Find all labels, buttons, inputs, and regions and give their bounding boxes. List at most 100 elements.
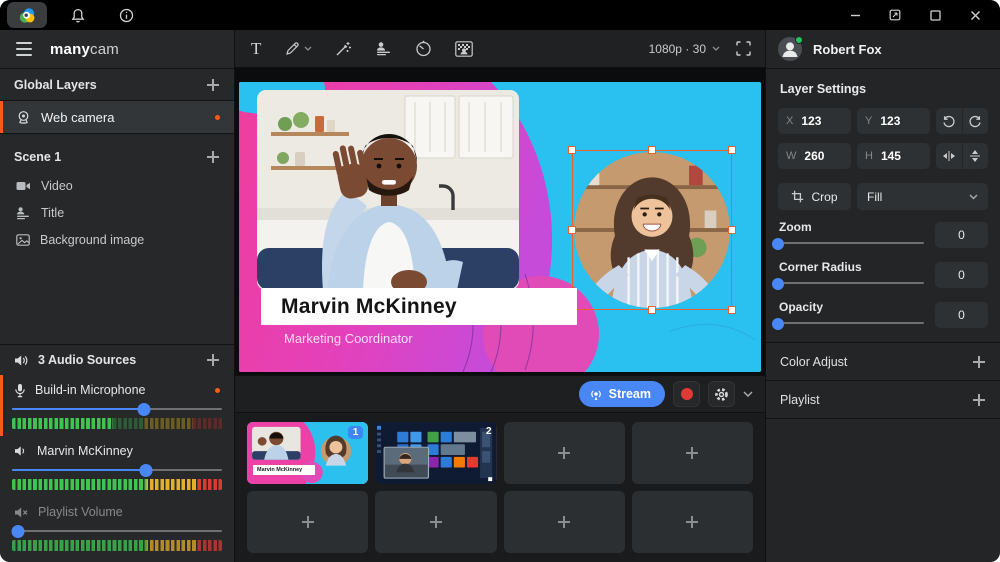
lower-third-icon (16, 206, 31, 220)
close-button[interactable] (962, 4, 988, 26)
add-scene-icon (685, 515, 699, 529)
layer-settings-title: Layer Settings (780, 82, 986, 96)
zoom-slider[interactable] (778, 236, 924, 250)
resize-handle[interactable] (648, 306, 656, 314)
live-preview[interactable]: Marvin McKinney Marketing Coordinator (239, 82, 761, 372)
corner-radius-value[interactable]: 0 (935, 262, 988, 288)
rotate-ccw-button[interactable] (936, 108, 962, 134)
hamburger-menu-icon[interactable] (16, 42, 32, 56)
active-source-dot (215, 115, 220, 120)
add-scene-icon (557, 446, 571, 460)
webcam-icon (16, 110, 31, 125)
scene-number-badge: 2 (486, 426, 492, 437)
add-scene-slot[interactable] (375, 491, 496, 553)
resize-handle[interactable] (568, 226, 576, 234)
chevron-down-icon[interactable] (743, 391, 753, 397)
scene-thumbnails-grid: Marvin McKinney 1 (235, 413, 765, 562)
chevron-down-icon (304, 46, 312, 51)
crop-icon (791, 190, 804, 203)
popout-button[interactable] (882, 4, 908, 26)
expand-playlist-icon[interactable] (972, 393, 986, 407)
audio-level-meter (12, 479, 222, 490)
flip-vertical-button[interactable] (962, 143, 989, 169)
x-position-field[interactable]: X123 (778, 108, 851, 134)
resize-handle[interactable] (568, 146, 576, 154)
volume-slider[interactable] (12, 402, 222, 416)
layer-selection-box[interactable] (572, 150, 732, 310)
resize-handle[interactable] (728, 226, 736, 234)
chevron-down-icon (969, 194, 978, 200)
layer-background-image[interactable]: Background image (0, 226, 234, 253)
online-status-dot (795, 36, 803, 44)
add-scene-slot[interactable] (632, 491, 753, 553)
fullscreen-button[interactable] (736, 41, 751, 56)
rotate-cw-button[interactable] (962, 108, 989, 134)
webcam-video-man[interactable] (257, 90, 519, 290)
add-scene-slot[interactable] (632, 422, 753, 484)
video-camera-icon (16, 180, 31, 192)
titlebar (0, 0, 1000, 30)
crop-button[interactable]: Crop (778, 183, 851, 210)
record-icon (681, 388, 693, 400)
height-field[interactable]: H145 (857, 143, 930, 169)
maximize-button[interactable] (922, 4, 948, 26)
record-button[interactable] (673, 381, 700, 407)
settings-panel: Robert Fox Layer Settings X123 Y123 (765, 30, 1000, 562)
volume-slider[interactable] (12, 463, 222, 477)
speaker-icon (14, 445, 28, 457)
y-position-field[interactable]: Y123 (857, 108, 930, 134)
app-menu-button[interactable] (7, 2, 47, 28)
man-waving-video (257, 90, 519, 290)
add-scene-slot[interactable] (504, 491, 625, 553)
draw-tool-button[interactable] (284, 41, 312, 57)
resize-handle[interactable] (728, 146, 736, 154)
stream-button[interactable]: Stream (579, 381, 665, 407)
resize-handle[interactable] (648, 146, 656, 154)
playlist-section[interactable]: Playlist (766, 381, 1000, 418)
audio-level-meter (12, 418, 222, 429)
layer-title[interactable]: Title (0, 199, 234, 226)
audio-source-playlist: Playlist Volume (0, 497, 234, 558)
canvas-area: Marvin McKinney Marketing Coordinator (235, 68, 765, 375)
fill-mode-dropdown[interactable]: Fill (857, 183, 988, 210)
info-icon[interactable] (109, 2, 143, 28)
layers-sidebar: manycam Global Layers Web camera (0, 30, 235, 562)
stream-settings-button[interactable] (708, 381, 735, 407)
text-tool-button[interactable]: T (251, 40, 261, 57)
effects-wand-button[interactable] (335, 40, 352, 57)
add-scene-slot[interactable] (247, 491, 368, 553)
minimize-button[interactable] (842, 4, 868, 26)
user-avatar (778, 37, 802, 61)
audio-source-built-in-mic: Build-in Microphone (0, 375, 234, 436)
scene-thumbnail-2[interactable]: 2 (375, 422, 496, 484)
opacity-value[interactable]: 0 (935, 302, 988, 328)
layer-video[interactable]: Video (0, 172, 234, 199)
muted-speaker-icon (14, 506, 29, 519)
expand-color-adjust-icon[interactable] (972, 355, 986, 369)
opacity-slider[interactable] (778, 316, 924, 330)
add-scene-slot[interactable] (504, 422, 625, 484)
scene-number-badge: 1 (348, 426, 364, 439)
color-adjust-section[interactable]: Color Adjust (766, 343, 1000, 380)
resolution-dropdown[interactable]: 1080p · 30 (649, 42, 720, 56)
add-global-layer-button[interactable] (206, 78, 220, 92)
lower-thirds-button[interactable] (375, 41, 392, 56)
zoom-value[interactable]: 0 (935, 222, 988, 248)
brand-logo: manycam (50, 41, 119, 58)
add-scene-layer-button[interactable] (206, 150, 220, 164)
effects-toolbar: T (235, 30, 765, 68)
volume-slider[interactable] (12, 524, 222, 538)
add-audio-source-button[interactable] (206, 353, 220, 367)
lower-third-role: Marketing Coordinator (284, 331, 413, 346)
chroma-key-button[interactable] (455, 41, 473, 57)
resize-handle[interactable] (728, 306, 736, 314)
account-row[interactable]: Robert Fox (766, 30, 1000, 68)
width-field[interactable]: W260 (778, 143, 851, 169)
speaker-icon (14, 354, 29, 367)
layer-web-camera[interactable]: Web camera (0, 101, 234, 133)
scene-thumbnail-1[interactable]: Marvin McKinney 1 (247, 422, 368, 484)
notifications-bell-icon[interactable] (61, 2, 95, 28)
corner-radius-slider[interactable] (778, 276, 924, 290)
countdown-timer-button[interactable] (415, 40, 432, 57)
flip-horizontal-button[interactable] (936, 143, 962, 169)
